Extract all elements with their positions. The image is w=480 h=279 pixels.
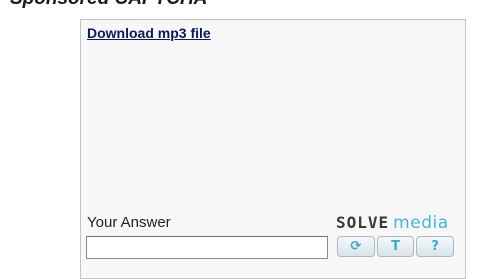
brand-word-solve: SOLVE: [336, 213, 390, 232]
refresh-icon: ⟳: [350, 239, 362, 254]
help-icon: ?: [431, 239, 439, 254]
refresh-button[interactable]: ⟳: [337, 236, 375, 257]
help-button[interactable]: ?: [416, 236, 455, 257]
sponsored-captcha-heading: Sponsored CAPTCHA: [10, 0, 207, 10]
brand-word-media: media: [393, 213, 449, 233]
text-mode-button[interactable]: T: [376, 236, 415, 257]
captcha-widget: Download mp3 file Your Answer SOLVE media…: [80, 19, 466, 279]
download-mp3-link[interactable]: Download mp3 file: [87, 25, 211, 41]
answer-label: Your Answer: [87, 214, 171, 231]
solve-media-logo: SOLVE media: [336, 213, 449, 233]
captcha-challenge-area: [87, 46, 459, 208]
answer-input[interactable]: [86, 236, 328, 259]
text-mode-icon: T: [391, 239, 400, 254]
captcha-controls: ⟳ T ?: [337, 236, 455, 257]
